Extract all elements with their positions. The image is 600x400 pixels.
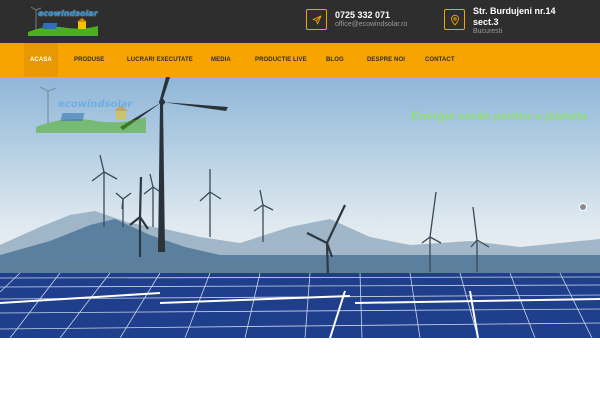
- slider-pagination-dot[interactable]: [579, 203, 587, 211]
- nav-item-blog[interactable]: BLOG: [326, 43, 344, 77]
- map-pin-icon: [451, 15, 459, 26]
- logo-text: ecowindsolar: [38, 9, 98, 18]
- nav-item-produse[interactable]: PRODUSE: [74, 43, 104, 77]
- address-line2: sect.3: [473, 17, 499, 27]
- nav-item-acasa[interactable]: ACASA: [24, 43, 58, 77]
- email-address[interactable]: office@ecowindsolar.ro: [335, 21, 407, 28]
- address-line1: Str. Burdujeni nr.14: [473, 6, 556, 16]
- address-city: Bucuresti: [473, 28, 503, 35]
- site-logo[interactable]: ecowindsolar: [28, 6, 98, 36]
- hero-watermark-logo: ecowindsolar: [36, 85, 146, 138]
- address-icon-box: [444, 9, 465, 30]
- hero-headline: Energie verde pentru o planeta: [411, 109, 588, 123]
- hero-slider: ecowindsolar Energie verde pentru o plan…: [0, 77, 600, 338]
- phone-icon-box: [306, 9, 327, 30]
- top-header-bar: ecowindsolar 0725 332 071 office@ecowind…: [0, 0, 600, 43]
- nav-item-lucrari-executate[interactable]: LUCRARI EXECUTATE: [127, 43, 193, 77]
- main-navigation: ACASA PRODUSE LUCRARI EXECUTATE MEDIA PR…: [0, 43, 600, 77]
- phone-number[interactable]: 0725 332 071: [335, 10, 390, 20]
- nav-item-productie-live[interactable]: PRODUCTIE LIVE: [255, 43, 307, 77]
- send-icon: [312, 15, 322, 25]
- nav-item-contact[interactable]: CONTACT: [425, 43, 455, 77]
- nav-item-despre-noi[interactable]: DESPRE NOI: [367, 43, 405, 77]
- nav-item-media[interactable]: MEDIA: [211, 43, 231, 77]
- hero-watermark-text: ecowindsolar: [58, 99, 133, 110]
